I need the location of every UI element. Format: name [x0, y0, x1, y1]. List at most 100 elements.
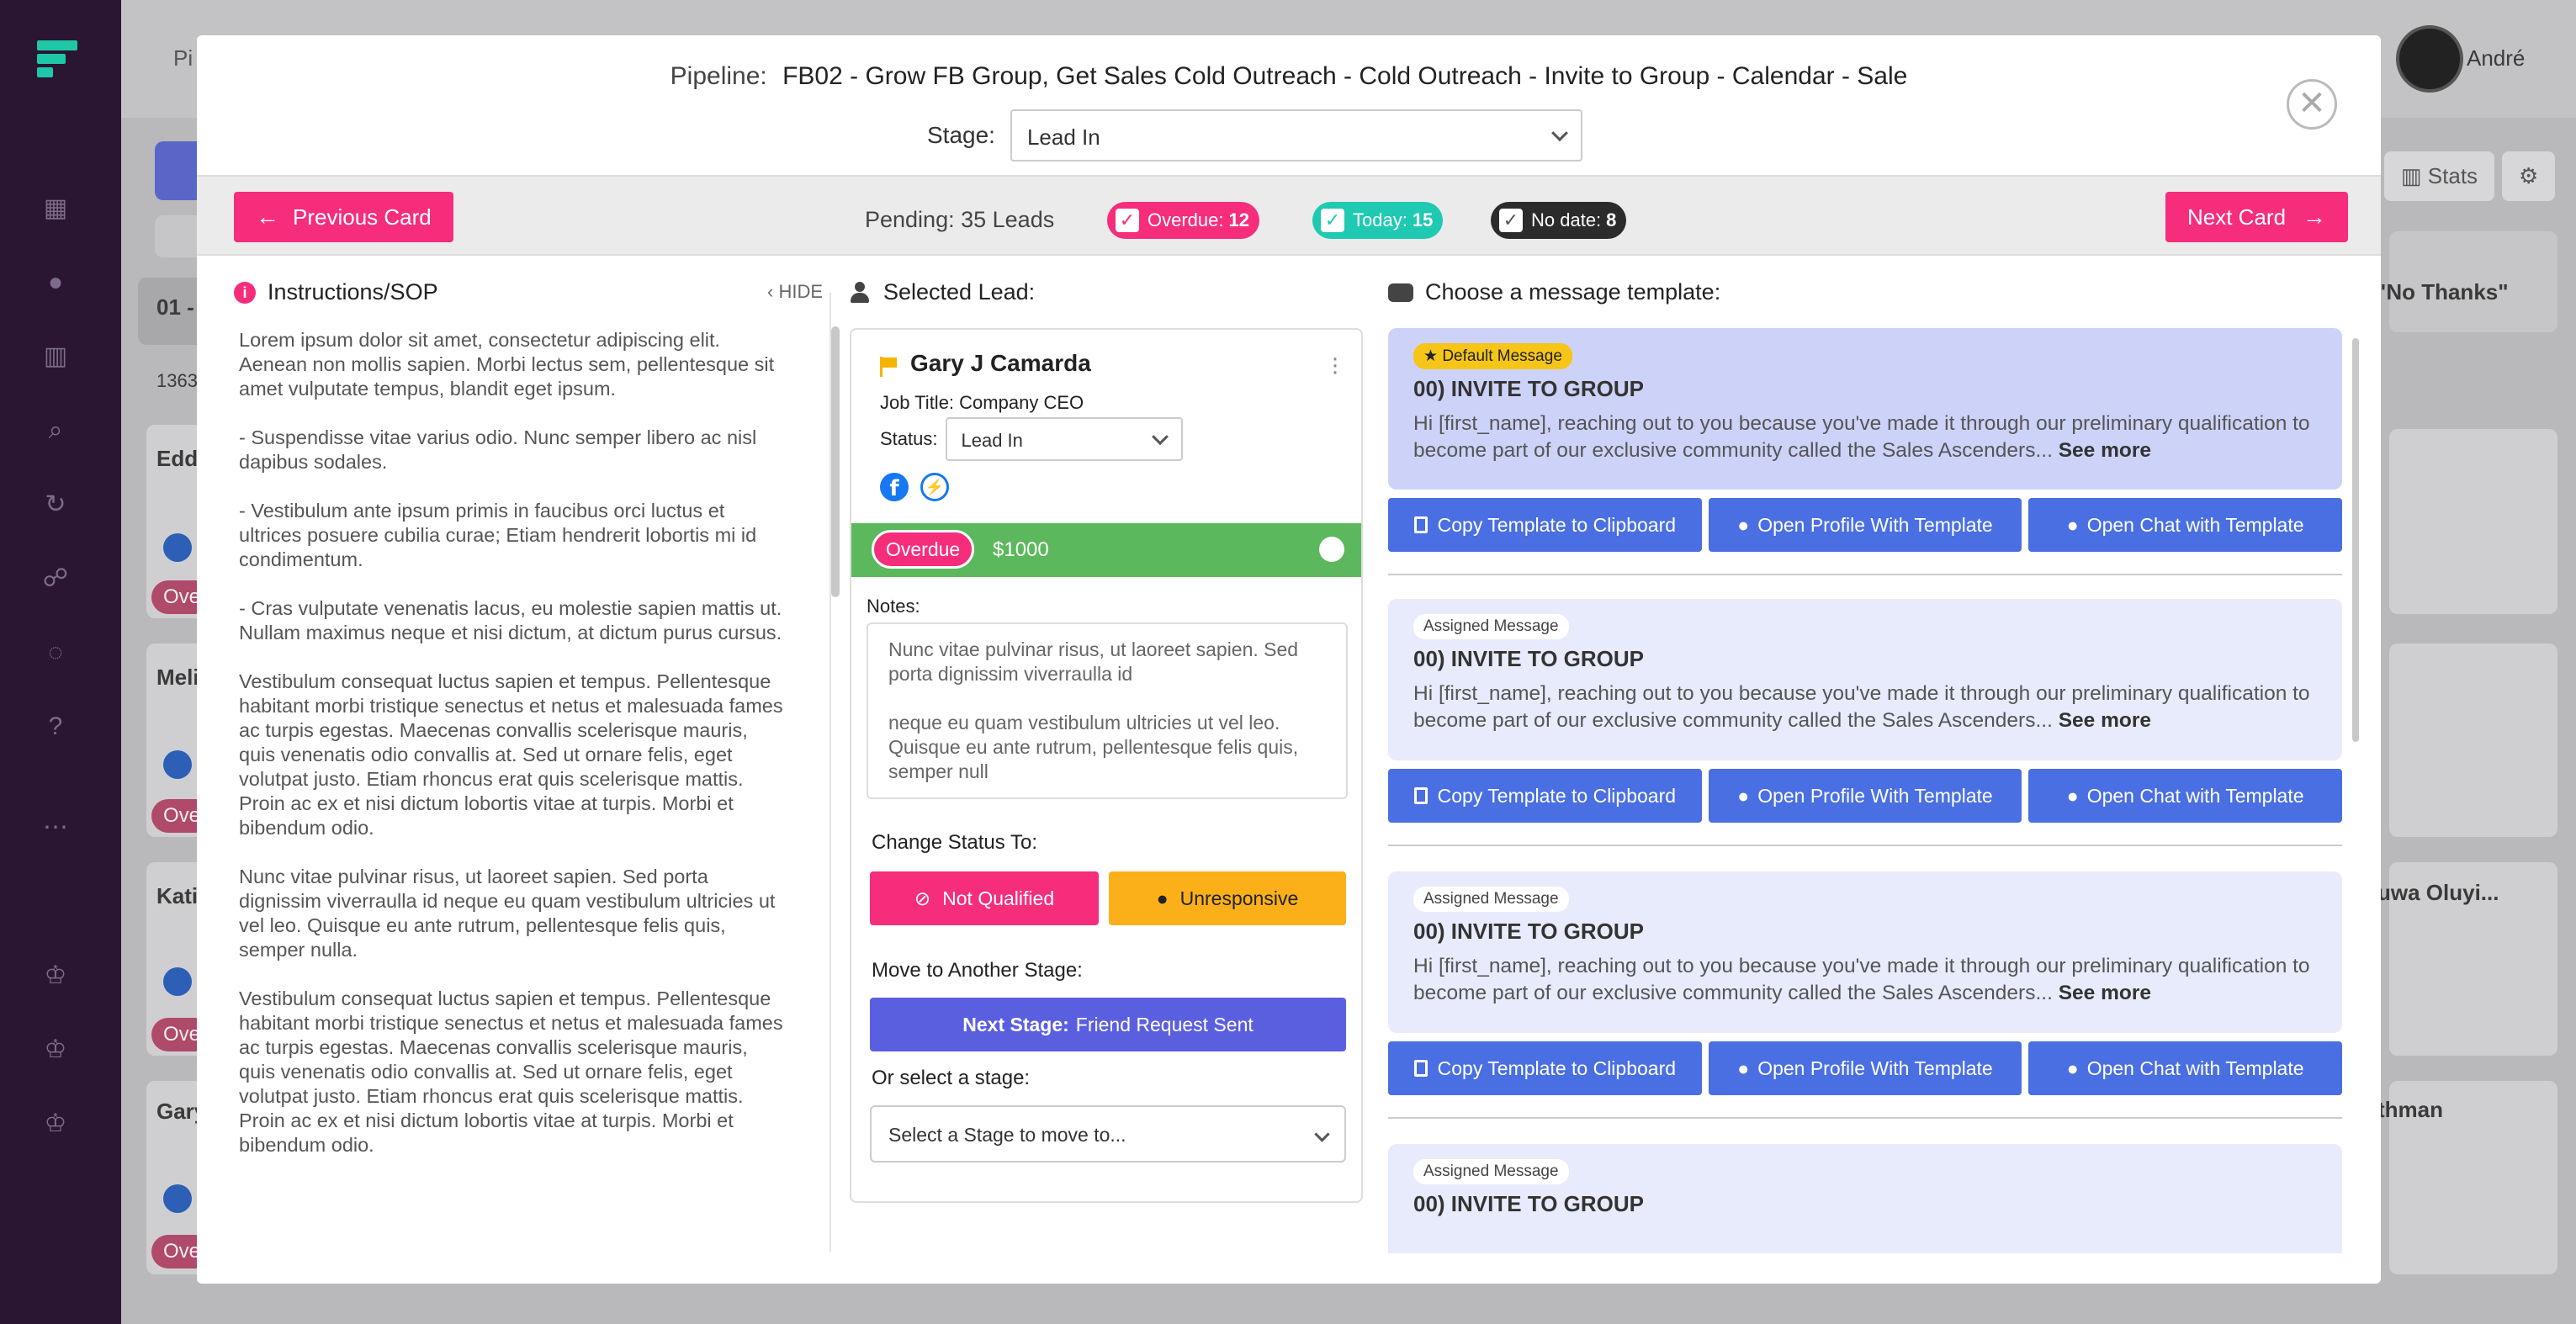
template-item: ★ Default Message 00) INVITE TO GROUP Hi… — [1388, 328, 2342, 575]
template-body-text: Hi [first_name], reaching out to you bec… — [1413, 682, 2310, 732]
next-stage-prefix: Next Stage: — [962, 1013, 1069, 1035]
notes-textarea[interactable]: Nunc vitae pulvinar risus, ut laoreet sa… — [867, 622, 1348, 799]
app-logo-icon[interactable] — [37, 40, 77, 77]
facebook-icon — [163, 750, 192, 779]
today-filter-label: Today: — [1353, 209, 1407, 230]
stats-label: Stats — [2427, 163, 2478, 188]
instructions-header: i Instructions/SOP — [234, 279, 438, 305]
more-options-icon[interactable]: · · · — [1331, 346, 1339, 384]
chart-icon[interactable]: ▦ — [39, 192, 72, 225]
hide-instructions-button[interactable]: ‹ HIDE — [767, 281, 823, 303]
template-tag: Assigned Message — [1413, 614, 1569, 639]
user-name[interactable]: André — [2467, 45, 2525, 71]
stage-move-select[interactable]: Select a Stage to move to... — [870, 1105, 1346, 1162]
avatar[interactable] — [2396, 25, 2463, 93]
not-qualified-button[interactable]: ⊘ Not Qualified — [870, 871, 1099, 925]
today-filter[interactable]: ✓ Today: 15 — [1312, 202, 1444, 239]
copy-template-button[interactable]: Copy Template to Clipboard — [1388, 1041, 1702, 1095]
template-card[interactable]: Assigned Message 00) INVITE TO GROUP Hi … — [1388, 599, 2342, 760]
open-profile-button[interactable]: ● Open Profile With Template — [1708, 769, 2022, 823]
lead-name[interactable]: Gary J Camarda — [910, 350, 1091, 377]
board-icon[interactable]: ▥ — [39, 340, 72, 373]
bg-card[interactable] — [2389, 429, 2557, 614]
template-card[interactable]: Assigned Message 00) INVITE TO GROUP Hi … — [1388, 871, 2342, 1033]
close-button[interactable]: ✕ — [2287, 79, 2337, 130]
trophy-icon[interactable]: ♔ — [39, 1033, 72, 1067]
pipeline-name: FB02 - Grow FB Group, Get Sales Cold Out… — [782, 62, 1908, 90]
stats-icon: ▥ — [2401, 163, 2428, 188]
more-icon[interactable]: ⋯ — [39, 811, 72, 845]
settings-button[interactable]: ⚙ — [2502, 151, 2556, 201]
status-select[interactable]: Lead In — [946, 417, 1184, 461]
selected-lead-header: Selected Lead: — [850, 279, 1363, 305]
messenger-icon[interactable]: ⚡ — [920, 473, 949, 501]
arrow-right-icon: → — [2303, 204, 2327, 230]
bg-card-name: Meli — [156, 665, 199, 690]
template-body: Hi [first_name], reaching out to you bec… — [1413, 410, 2317, 464]
nodate-filter[interactable]: ✓ No date: 8 — [1491, 202, 1627, 239]
pipeline-label: Pipeline: — [670, 62, 767, 90]
stage-move-placeholder: Select a Stage to move to... — [888, 1124, 1126, 1146]
team-icon[interactable]: ☍ — [39, 562, 72, 596]
open-chat-button[interactable]: ● Open Chat with Template — [2028, 769, 2342, 823]
instructions-panel: i Instructions/SOP ‹ HIDE Lorem ipsum do… — [234, 279, 840, 1272]
template-tag-label: Default Message — [1442, 347, 1562, 365]
stage-select[interactable]: Lead In — [1010, 109, 1582, 162]
user-icon: ● — [1737, 513, 1750, 536]
instructions-paragraph: - Cras vulputate venenatis lacus, eu mol… — [239, 597, 782, 643]
column-divider — [830, 293, 831, 1252]
checkbox-checked-icon: ✓ — [1499, 209, 1523, 232]
previous-card-button[interactable]: ← Previous Card — [234, 192, 453, 242]
open-chat-label: Open Chat with Template — [2086, 1057, 2304, 1079]
template-body-text: Hi [first_name], reaching out to you bec… — [1413, 412, 2310, 462]
open-chat-button[interactable]: ● Open Chat with Template — [2028, 1041, 2342, 1095]
nav-label[interactable]: Pi — [173, 45, 193, 71]
flag-icon[interactable] — [880, 357, 898, 377]
deal-amount: $1000 — [993, 538, 1049, 561]
next-stage-button[interactable]: Next Stage: Friend Request Sent — [870, 998, 1346, 1051]
help-icon[interactable]: ? — [39, 710, 72, 744]
template-body: Hi [first_name], reaching out to you bec… — [1413, 953, 2317, 1007]
see-more-link[interactable]: See more — [2059, 709, 2151, 732]
trophy-icon[interactable]: ♔ — [39, 1107, 72, 1141]
open-profile-button[interactable]: ● Open Profile With Template — [1708, 1041, 2022, 1095]
instructions-paragraph: Nunc vitae pulvinar risus, ut laoreet sa… — [239, 866, 776, 961]
copy-template-button[interactable]: Copy Template to Clipboard — [1388, 498, 1702, 552]
chat-icon[interactable]: ◌ — [39, 636, 72, 670]
template-card[interactable]: Assigned Message 00) INVITE TO GROUP — [1388, 1144, 2342, 1253]
templates-scrollbar[interactable] — [2352, 338, 2359, 742]
next-card-button[interactable]: Next Card → — [2165, 192, 2349, 242]
instructions-scrollbar[interactable] — [831, 326, 840, 597]
template-card[interactable]: ★ Default Message 00) INVITE TO GROUP Hi… — [1388, 328, 2342, 490]
contacts-icon[interactable]: ● — [39, 266, 72, 299]
comment-icon: ● — [2066, 784, 2079, 807]
comments-icon — [1388, 283, 1413, 302]
facebook-icon — [163, 533, 192, 562]
status-row: Status: Lead In — [880, 417, 1184, 461]
trophy-icon[interactable]: ♔ — [39, 959, 72, 993]
facebook-icon[interactable]: f — [880, 473, 909, 501]
pending-value: 35 Leads — [961, 207, 1055, 232]
search-icon[interactable]: ⌕ — [39, 414, 72, 448]
open-profile-button[interactable]: ● Open Profile With Template — [1708, 498, 2022, 552]
open-chat-button[interactable]: ● Open Chat with Template — [2028, 498, 2342, 552]
templates-title: Choose a message template: — [1425, 279, 1721, 305]
open-chat-label: Open Chat with Template — [2086, 513, 2304, 536]
stats-button[interactable]: ▥ Stats — [2384, 151, 2495, 201]
template-item: Assigned Message 00) INVITE TO GROUP Hi … — [1388, 599, 2342, 846]
pending-label: Pending: — [865, 207, 955, 232]
selected-lead-panel: Selected Lead: Gary J Camarda · · · Job Ti… — [850, 279, 1363, 1203]
copy-template-label: Copy Template to Clipboard — [1437, 784, 1677, 807]
copy-template-button[interactable]: Copy Template to Clipboard — [1388, 769, 1702, 823]
template-divider — [1388, 574, 2342, 575]
template-title: 00) INVITE TO GROUP — [1413, 646, 1645, 671]
palette-icon[interactable] — [1319, 537, 1344, 562]
status-value: Lead In — [961, 430, 1023, 451]
see-more-link[interactable]: See more — [2059, 982, 2151, 1004]
overdue-filter[interactable]: ✓ Overdue: 12 — [1107, 202, 1259, 239]
template-title: 00) INVITE TO GROUP — [1413, 919, 1645, 944]
bg-card[interactable] — [2389, 643, 2557, 837]
sync-icon[interactable]: ↻ — [39, 488, 72, 522]
unresponsive-button[interactable]: ● Unresponsive — [1109, 871, 1346, 925]
see-more-link[interactable]: See more — [2059, 439, 2151, 462]
